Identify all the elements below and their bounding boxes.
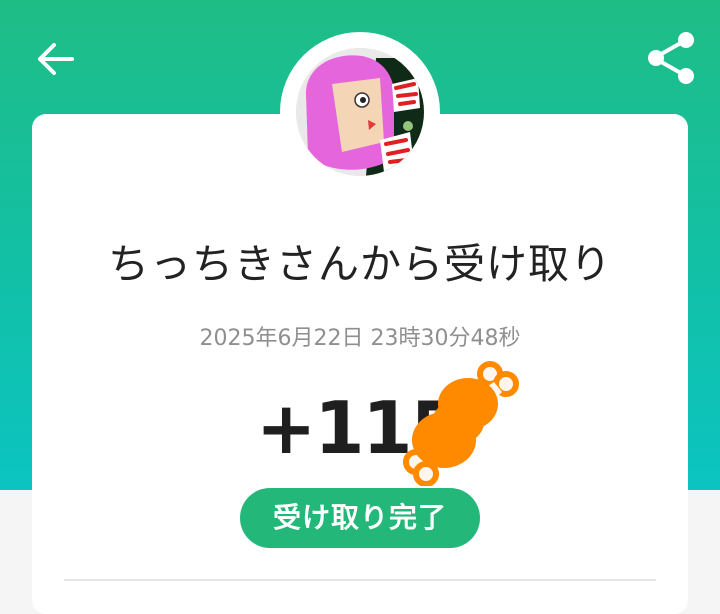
arrow-left-icon [38,43,74,75]
page-title: ちっちきさんから受け取り [108,240,612,288]
avatar-illustration [296,48,424,176]
status-badge: 受け取り完了 [240,488,480,548]
meat-icon [398,360,522,487]
share-button[interactable] [640,30,702,86]
share-icon [648,32,694,84]
sender-avatar [296,48,424,176]
divider [64,579,656,581]
timestamp: 2025年6月22日 23時30分48秒 [199,326,521,351]
back-button[interactable] [30,34,80,84]
